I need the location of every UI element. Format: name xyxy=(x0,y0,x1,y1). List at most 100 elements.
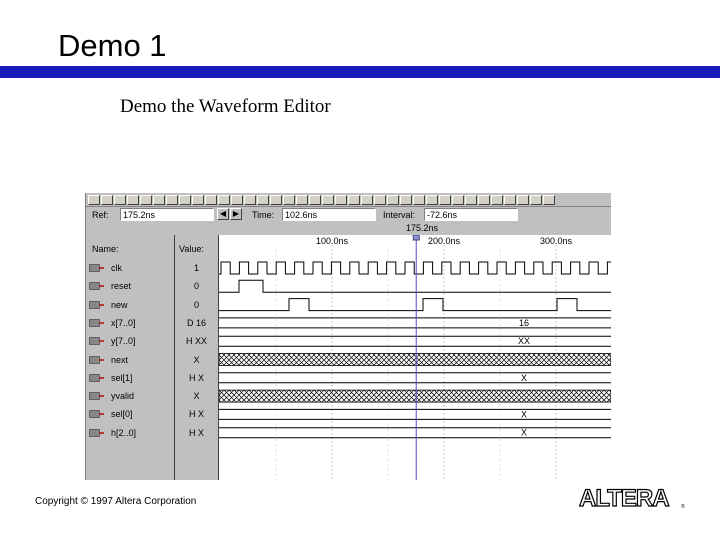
signal-row[interactable]: reset xyxy=(86,277,174,295)
pin-bidir-icon xyxy=(89,355,104,364)
slide-subtitle: Demo the Waveform Editor xyxy=(120,96,331,117)
signal-row[interactable]: x[7..0] xyxy=(86,314,174,332)
prev-transition-button[interactable]: ◀ xyxy=(217,208,229,220)
signal-row[interactable]: sel[0] xyxy=(86,405,174,423)
signal-row[interactable]: y[7..0] xyxy=(86,332,174,350)
clock-waveform xyxy=(219,261,611,275)
next-transition-button[interactable]: ▶ xyxy=(230,208,242,220)
toolbar-button[interactable] xyxy=(127,195,139,205)
signal-row[interactable]: sel[1] xyxy=(86,369,174,387)
signal-row[interactable]: h[2..0] xyxy=(86,424,174,442)
toolbar-button[interactable] xyxy=(283,195,295,205)
toolbar-button[interactable] xyxy=(504,195,516,205)
toolbar-button[interactable] xyxy=(309,195,321,205)
toolbar-button[interactable] xyxy=(231,195,243,205)
bus-value-label: XX xyxy=(518,336,530,346)
toolbar-button[interactable] xyxy=(205,195,217,205)
copyright-text: Copyright © 1997 Altera Corporation xyxy=(35,496,197,507)
ref-marker-label: 175.2ns xyxy=(406,223,439,233)
bus-value-label: X xyxy=(521,373,527,383)
signal-name: y[7..0] xyxy=(111,336,136,347)
waveform-editor-window: Ref: 175.2ns ◀ ▶ Time: 102.6ns Interval:… xyxy=(85,193,611,480)
value-column-header: Value: xyxy=(179,244,204,254)
toolbar-button[interactable] xyxy=(530,195,542,205)
signal-row[interactable]: next xyxy=(86,351,174,369)
toolbar-button[interactable] xyxy=(257,195,269,205)
toolbar-button[interactable] xyxy=(114,195,126,205)
signal-name: yvalid xyxy=(111,391,135,402)
pin-output-icon xyxy=(89,337,104,345)
signal-value: X xyxy=(193,391,200,402)
signal-row[interactable]: new xyxy=(86,296,174,314)
toolbar-button[interactable] xyxy=(270,195,282,205)
waveform-canvas[interactable]: 100.0ns 200.0ns 300.0ns16XXXXX xyxy=(219,235,611,480)
interval-field[interactable]: -72.6ns xyxy=(424,208,518,221)
time-label: Time: xyxy=(252,210,275,220)
toolbar-button[interactable] xyxy=(244,195,256,205)
slide-title: Demo 1 xyxy=(58,28,167,63)
time-tick-label: 200.0ns xyxy=(428,236,461,246)
pin-node-icon xyxy=(89,392,104,400)
toolbar-button[interactable] xyxy=(543,195,555,205)
toolbar-button[interactable] xyxy=(140,195,152,205)
toolbar-button[interactable] xyxy=(361,195,373,205)
signal-names-pane: Name: clk reset new x[7..0] y[7..0] next sel[1… xyxy=(86,235,175,480)
toolbar-button[interactable] xyxy=(374,195,386,205)
toolbar-button[interactable] xyxy=(101,195,113,205)
pin-input-icon xyxy=(89,300,104,309)
signal-row[interactable]: clk xyxy=(86,259,174,277)
toolbar-button[interactable] xyxy=(335,195,347,205)
signal-value: H XX xyxy=(185,336,207,347)
toolbar-button[interactable] xyxy=(153,195,165,205)
unknown-state-fill xyxy=(219,353,611,366)
signal-name: x[7..0] xyxy=(111,317,136,328)
reference-cursor-handle xyxy=(412,235,420,241)
signal-name: new xyxy=(111,299,128,310)
ref-field[interactable]: 175.2ns xyxy=(120,208,214,221)
toolbar-button[interactable] xyxy=(452,195,464,205)
toolbar xyxy=(86,193,611,207)
toolbar-button[interactable] xyxy=(296,195,308,205)
toolbar-button[interactable] xyxy=(439,195,451,205)
toolbar-button[interactable] xyxy=(88,195,100,205)
pin-node-icon xyxy=(89,373,104,382)
toolbar-button[interactable] xyxy=(400,195,412,205)
signal-name: reset xyxy=(111,281,132,292)
interval-label: Interval: xyxy=(383,210,416,220)
time-tick-label: 300.0ns xyxy=(540,236,573,246)
signal-value: H X xyxy=(188,409,204,420)
toolbar-button[interactable] xyxy=(387,195,399,205)
toolbar-button[interactable] xyxy=(426,195,438,205)
signal-values-pane: Value: 100D 16 H XX X H XXH XH X xyxy=(175,235,219,480)
signal-value: D 16 xyxy=(186,317,206,328)
signal-name: next xyxy=(111,354,129,365)
toolbar-button[interactable] xyxy=(348,195,360,205)
pin-input-icon xyxy=(89,264,104,272)
toolbar-button[interactable] xyxy=(179,195,191,205)
toolbar-button[interactable] xyxy=(413,195,425,205)
signal-value: 0 xyxy=(193,299,199,310)
title-rule xyxy=(0,66,720,78)
name-column-header: Name: xyxy=(92,244,119,254)
toolbar-button[interactable] xyxy=(322,195,334,205)
toolbar-button[interactable] xyxy=(517,195,529,205)
bus-value-label: X xyxy=(521,428,527,438)
toolbar-button[interactable] xyxy=(218,195,230,205)
signal-value: 1 xyxy=(193,263,199,273)
time-field[interactable]: 102.6ns xyxy=(282,208,376,221)
signal-waveform xyxy=(219,279,611,293)
info-bar: Ref: 175.2ns ◀ ▶ Time: 102.6ns Interval:… xyxy=(86,207,611,235)
pin-node-icon xyxy=(89,410,104,419)
toolbar-button[interactable] xyxy=(192,195,204,205)
toolbar-button[interactable] xyxy=(465,195,477,205)
pin-input-icon xyxy=(89,319,104,327)
toolbar-button[interactable] xyxy=(478,195,490,205)
signal-name: clk xyxy=(111,263,122,273)
logo-text: ALTERA xyxy=(579,485,669,512)
altera-logo: ALTERA ® xyxy=(578,484,685,512)
signal-row[interactable]: yvalid xyxy=(86,387,174,405)
toolbar-button[interactable] xyxy=(491,195,503,205)
pin-input-icon xyxy=(89,282,104,291)
toolbar-button[interactable] xyxy=(166,195,178,205)
time-tick-label: 100.0ns xyxy=(316,236,349,246)
